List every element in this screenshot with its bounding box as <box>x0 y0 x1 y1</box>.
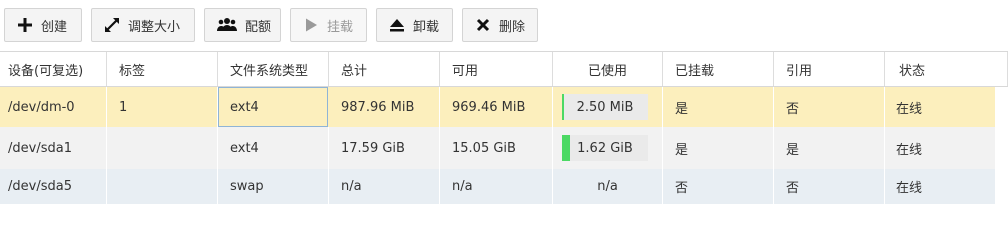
cell-label <box>107 127 218 169</box>
create-button[interactable]: 创建 <box>4 8 82 42</box>
cell-available: n/a <box>440 169 553 204</box>
cell-label: 1 <box>107 87 218 127</box>
cell-fstype: swap <box>218 169 329 204</box>
column-header-device[interactable]: 设备(可复选) <box>0 52 107 86</box>
cell-total: 987.96 MiB <box>329 87 440 127</box>
cell-mounted: 是 <box>663 87 774 127</box>
unmount-button[interactable]: 卸载 <box>376 8 453 42</box>
users-icon <box>217 17 237 33</box>
column-header-status[interactable]: 状态 <box>885 52 1008 86</box>
cell-fstype: ext4 <box>218 87 328 127</box>
cell-label <box>107 169 218 204</box>
play-icon <box>303 17 319 33</box>
cell-total: n/a <box>329 169 440 204</box>
mount-button-label: 挂载 <box>327 19 354 35</box>
usage-bar-fill <box>562 135 570 161</box>
cell-device: /dev/dm-0 <box>0 87 107 127</box>
cell-used: n/a <box>553 169 663 204</box>
plus-icon <box>17 17 33 33</box>
cell-available: 15.05 GiB <box>440 127 553 169</box>
column-header-label[interactable]: 标签 <box>107 52 218 86</box>
cell-mounted: 否 <box>663 169 774 204</box>
quota-button-label: 配额 <box>245 19 272 35</box>
cell-status: 在线 <box>885 87 996 127</box>
cell-referenced: 否 <box>774 87 885 127</box>
usage-bar-fill <box>562 94 564 120</box>
table-row[interactable]: /dev/sda5 swap n/a n/a n/a 否 否 在线 <box>0 169 996 204</box>
delete-button-label: 删除 <box>499 19 526 35</box>
cell-total: 17.59 GiB <box>329 127 440 169</box>
table-row[interactable]: /dev/dm-0 1 ext4 987.96 MiB 969.46 MiB 2… <box>0 87 996 127</box>
table-row[interactable]: /dev/sda1 ext4 17.59 GiB 15.05 GiB 1.62 … <box>0 127 996 169</box>
cell-status: 在线 <box>885 169 996 204</box>
column-header-fstype[interactable]: 文件系统类型 <box>218 52 329 86</box>
cell-fstype: ext4 <box>218 127 329 169</box>
column-header-available[interactable]: 可用 <box>440 52 553 86</box>
cell-device: /dev/sda1 <box>0 127 107 169</box>
cell-mounted: 是 <box>663 127 774 169</box>
column-header-total[interactable]: 总计 <box>329 52 440 86</box>
column-header-mounted[interactable]: 已挂载 <box>663 52 774 86</box>
quota-button[interactable]: 配额 <box>204 8 281 42</box>
cell-status: 在线 <box>885 127 996 169</box>
cell-referenced: 否 <box>774 169 885 204</box>
cell-referenced: 是 <box>774 127 885 169</box>
resize-button[interactable]: 调整大小 <box>91 8 195 42</box>
usage-bar-text: 2.50 MiB <box>576 99 634 115</box>
cell-device: /dev/sda5 <box>0 169 107 204</box>
cell-used: 1.62 GiB <box>553 127 663 169</box>
toolbar: 创建 调整大小 配额 挂载 卸载 删除 <box>0 0 1008 50</box>
close-icon <box>475 17 491 33</box>
usage-bar: 1.62 GiB <box>562 135 648 161</box>
resize-button-label: 调整大小 <box>128 19 181 35</box>
mount-button[interactable]: 挂载 <box>290 8 367 42</box>
eject-icon <box>389 17 405 33</box>
resize-icon <box>104 17 120 33</box>
unmount-button-label: 卸载 <box>413 19 440 35</box>
table-header: 设备(可复选) 标签 文件系统类型 总计 可用 已使用 已挂载 引用 状态 <box>0 51 1008 87</box>
column-header-referenced[interactable]: 引用 <box>774 52 885 86</box>
usage-bar-text: 1.62 GiB <box>577 140 633 156</box>
usage-bar: 2.50 MiB <box>562 94 648 120</box>
cell-available: 969.46 MiB <box>440 87 553 127</box>
cell-used: 2.50 MiB <box>553 87 663 127</box>
column-header-used[interactable]: 已使用 <box>553 52 663 86</box>
delete-button[interactable]: 删除 <box>462 8 538 42</box>
create-button-label: 创建 <box>41 19 68 35</box>
